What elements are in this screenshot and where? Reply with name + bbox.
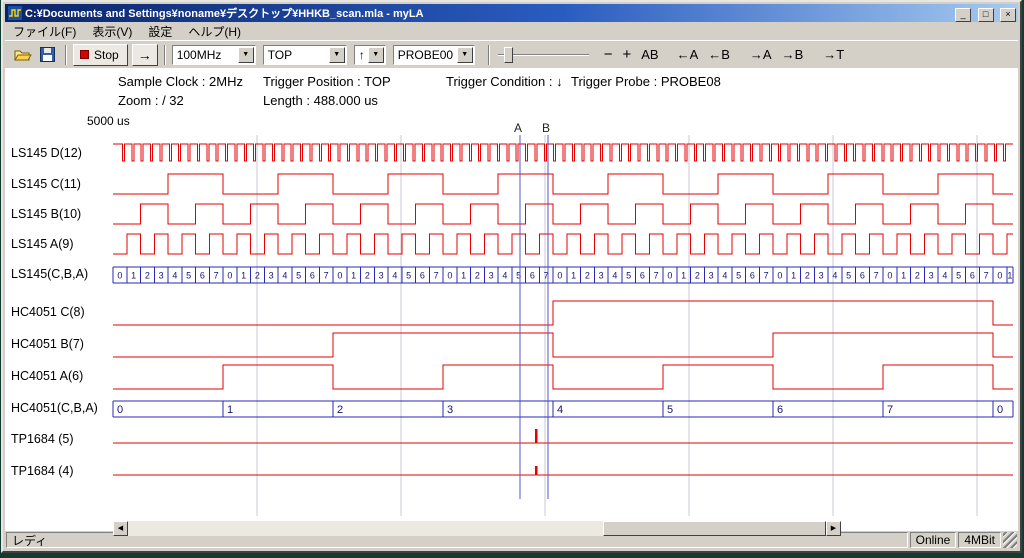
maximize-button[interactable]: □ — [978, 8, 994, 22]
sample-clock-select[interactable]: 100MHz ▼ — [172, 45, 256, 65]
toolbar: Stop → 100MHz ▼ TOP ▼ ↑ ▼ PROBE00 ▼ − + … — [5, 40, 1018, 68]
goto-marker-a-right-button[interactable]: →A — [745, 44, 777, 66]
trigger-edge-select[interactable]: ↑ ▼ — [354, 45, 386, 65]
toolbar-separator — [488, 45, 490, 65]
chevron-down-icon[interactable]: ▼ — [238, 47, 254, 63]
close-button[interactable]: × — [1000, 8, 1016, 22]
toolbar-separator — [65, 45, 67, 65]
app-icon — [8, 6, 22, 20]
window-controls: _ □ × — [953, 4, 1016, 22]
menu-settings[interactable]: 設定 — [140, 22, 180, 41]
zoom-info: Zoom : / 32 — [118, 93, 184, 108]
goto-marker-a-left-button[interactable]: ←A — [672, 44, 704, 66]
waveform-client-area — [5, 68, 1018, 531]
title-bar: C:¥Documents and Settings¥noname¥デスクトップ¥… — [5, 4, 1018, 22]
minimize-button[interactable]: _ — [955, 8, 971, 22]
stop-icon — [80, 50, 89, 59]
open-folder-icon — [14, 48, 32, 62]
status-online: Online — [910, 532, 957, 548]
stop-button[interactable]: Stop — [73, 44, 128, 66]
menu-help[interactable]: ヘルプ(H) — [180, 22, 249, 41]
save-file-button[interactable] — [35, 44, 59, 66]
trigger-position-value: TOP — [264, 48, 329, 62]
floppy-disk-icon — [40, 47, 55, 62]
zoom-slider[interactable] — [496, 45, 591, 65]
window-title: C:¥Documents and Settings¥noname¥デスクトップ¥… — [25, 5, 953, 21]
chevron-down-icon[interactable]: ▼ — [329, 47, 345, 63]
zoom-in-button[interactable]: + — [617, 44, 636, 66]
sample-clock-info: Sample Clock : 2MHz — [118, 74, 243, 89]
sample-clock-value: 100MHz — [173, 48, 238, 62]
scroll-left-icon[interactable]: ◀ — [113, 521, 128, 536]
app-window: C:¥Documents and Settings¥noname¥デスクトップ¥… — [1, 0, 1022, 553]
goto-trigger-button[interactable]: →T — [818, 44, 849, 66]
trigger-condition-info: Trigger Condition : ↓ — [446, 74, 563, 89]
scrollbar-thumb[interactable] — [603, 521, 826, 536]
open-file-button[interactable] — [11, 44, 35, 66]
ab-range-button[interactable]: AB — [636, 44, 663, 66]
run-button[interactable]: → — [132, 44, 158, 66]
zoom-out-button[interactable]: − — [599, 44, 618, 66]
zoom-slider-handle[interactable] — [504, 47, 513, 63]
trigger-edge-value: ↑ — [355, 48, 368, 62]
length-info: Length : 488.000 us — [263, 93, 378, 108]
menu-view[interactable]: 表示(V) — [84, 22, 140, 41]
resize-grip[interactable] — [1003, 532, 1017, 548]
status-memory: 4MBit — [958, 532, 1001, 548]
chevron-down-icon[interactable]: ▼ — [368, 47, 384, 63]
toolbar-separator — [164, 45, 166, 65]
chevron-down-icon[interactable]: ▼ — [457, 47, 473, 63]
trigger-position-select[interactable]: TOP ▼ — [263, 45, 347, 65]
trigger-probe-value: PROBE00 — [394, 48, 457, 62]
time-origin-label: 5000 us — [87, 114, 130, 128]
goto-marker-b-left-button[interactable]: ←B — [703, 44, 735, 66]
trigger-position-info: Trigger Position : TOP — [263, 74, 391, 89]
trigger-probe-select[interactable]: PROBE00 ▼ — [393, 45, 475, 65]
trigger-probe-info: Trigger Probe : PROBE08 — [571, 74, 721, 89]
scroll-right-icon[interactable]: ▶ — [826, 521, 841, 536]
horizontal-scrollbar[interactable]: ◀ ▶ — [113, 521, 841, 536]
stop-label: Stop — [94, 48, 119, 62]
goto-marker-b-right-button[interactable]: →B — [777, 44, 809, 66]
menu-bar: ファイル(F) 表示(V) 設定 ヘルプ(H) — [5, 22, 1018, 40]
menu-file[interactable]: ファイル(F) — [5, 22, 84, 41]
